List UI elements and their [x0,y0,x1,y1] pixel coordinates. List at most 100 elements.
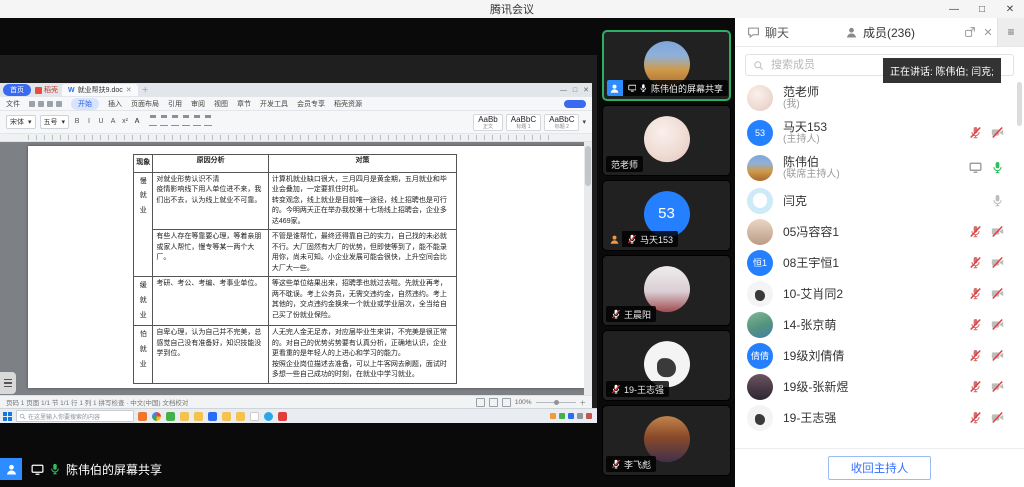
members-panel: 聊天 成员(236) ✕ ≡ 正在讲话: 陈伟伯; 闫克; 范老师(我) [735,18,1024,487]
close-button[interactable]: ✕ [996,0,1024,18]
popout-panel-icon[interactable] [961,26,979,38]
close-doc-icon[interactable]: ✕ [126,86,132,94]
video-tile-chenweibo-share[interactable]: 陈伟伯的屏幕共享 [602,30,731,101]
taskbar-folder-icon[interactable] [194,412,203,421]
member-row[interactable]: 闫克 [735,185,1018,216]
member-row[interactable]: 恒1 08王宇恒1 [735,247,1018,278]
panel-menu-button[interactable]: ≡ [997,18,1024,46]
menu-section[interactable]: 章节 [237,99,251,109]
taskbar-app-icon[interactable] [166,412,175,421]
member-row[interactable]: 19-王志强 [735,402,1018,433]
member-row[interactable]: 10-艾肖同2 [735,278,1018,309]
member-row[interactable]: 53 马天153(主持人) [735,115,1018,150]
taskbar-app-icon[interactable] [152,412,161,421]
wps-tab-bar: 首页 稻壳 W 就业帮扶9.doc ✕ ＋ — □ ✕ [0,83,592,97]
member-list: 范老师(我) 53 马天153(主持人) 陈伟伯(联席主持人) [735,80,1018,448]
font-name-select[interactable]: 宋体▾ [6,115,36,129]
zoom-slider[interactable] [536,402,576,403]
taskbar-meeting-icon[interactable] [264,412,273,421]
wps-window-controls[interactable]: — □ ✕ [560,86,589,94]
video-tile-fanlaoshi[interactable]: 范老师 [602,105,731,176]
menu-review[interactable]: 审阅 [191,99,205,109]
wps-status-bar: 页码 1 页面 1/1 节 1/1 行 1 列 1 拼写检查 · 中文(中国) … [0,395,592,408]
zoom-in-icon[interactable]: ＋ [580,397,587,407]
document-scrollbar[interactable] [584,142,592,395]
wps-home-tab[interactable]: 首页 [3,84,31,96]
taskbar-folder-icon[interactable] [222,412,231,421]
wps-docer-tab[interactable]: 稻壳 [35,85,58,95]
reclaim-host-button[interactable]: 收回主持人 [828,456,932,480]
wps-close-icon[interactable]: ✕ [583,86,589,94]
taskbar-app-icon[interactable] [278,412,287,421]
camera-off-icon [991,225,1004,238]
font-style-buttons[interactable]: BIUAx²𝐀 [73,118,141,126]
wps-document-tab[interactable]: W 就业帮扶9.doc ✕ [62,84,138,96]
video-tile-lifeibiao[interactable]: 李飞彪 [602,405,731,476]
mic-on-icon [639,83,648,93]
menu-dev-tools[interactable]: 开发工具 [260,99,288,109]
tray-icon[interactable] [550,413,556,419]
avatar [747,85,773,111]
menu-insert[interactable]: 插入 [108,99,122,109]
menu-file[interactable]: 文件 [6,99,20,109]
share-doc-button[interactable] [564,100,586,108]
view-mode-icon[interactable] [502,398,511,407]
member-row[interactable]: 陈伟伯(联席主持人) [735,150,1018,185]
member-row[interactable]: 14-张京萌 [735,309,1018,340]
wps-maximize-icon[interactable]: □ [573,87,577,94]
new-tab-button[interactable]: ＋ [142,85,149,95]
member-row[interactable]: 19级-张新煜 [735,371,1018,402]
start-button[interactable] [3,412,12,421]
font-size-select[interactable]: 五号▾ [40,115,70,129]
taskbar-app-icon[interactable] [208,412,217,421]
style-gallery-more-icon[interactable]: ▾ [582,118,586,126]
video-tile-wangzhiqiang[interactable]: 19-王志强 [602,330,731,401]
quick-access-icons[interactable] [29,101,62,107]
tile-label: 陈伟伯的屏幕共享 [651,82,723,95]
tab-chat[interactable]: 聊天 [747,24,789,41]
active-speaker-icon [0,458,22,480]
menu-references[interactable]: 引用 [168,99,182,109]
close-panel-icon[interactable]: ✕ [979,26,997,39]
wps-minimize-icon[interactable]: — [560,87,567,94]
mic-muted-icon [627,234,637,244]
taskbar-app-icon[interactable] [138,412,147,421]
camera-off-icon [991,126,1004,139]
menu-home[interactable]: 开始 [71,98,99,110]
tray-icon[interactable] [577,413,583,419]
document-page[interactable]: 现象 原因分析 对策 慢就业 对就业形势认识不清 疫情影响线下用人单位进不来，我… [28,146,584,388]
member-row[interactable]: 倩倩 19级刘倩倩 [735,340,1018,371]
minimize-button[interactable]: — [940,0,968,18]
tile-label: 19-王志强 [624,383,664,396]
view-mode-icon[interactable] [476,398,485,407]
view-mode-icon[interactable] [489,398,498,407]
video-tile-wangchenyang[interactable]: 王晨阳 [602,255,731,326]
style-normal[interactable]: AaBb正文 [473,114,503,131]
camera-off-icon [991,380,1004,393]
speaking-tooltip: 正在讲话: 陈伟伯; 闫克; [883,58,1001,83]
maximize-button[interactable]: □ [968,0,996,18]
taskbar-app-icon[interactable] [250,412,259,421]
mic-muted-icon [969,349,982,362]
member-row[interactable]: 05冯容容1 [735,216,1018,247]
tab-members[interactable]: 成员(236) [845,24,915,41]
tray-icon[interactable] [559,413,565,419]
taskbar-folder-icon[interactable] [236,412,245,421]
tray-icon[interactable] [568,413,574,419]
taskbar-search[interactable]: 在这里输入你要搜索的内容 [16,410,134,422]
menu-docer-res[interactable]: 稻壳资源 [334,99,362,109]
tile-label: 王晨阳 [624,308,651,321]
taskbar-folder-icon[interactable] [180,412,189,421]
meeting-dock-handle[interactable] [0,372,16,394]
video-tile-matian153[interactable]: 53 马天153 [602,180,731,251]
style-heading2[interactable]: AaBbC标题 2 [544,114,579,131]
tray-icon[interactable] [586,413,592,419]
paragraph-buttons[interactable] [149,118,212,126]
menu-member[interactable]: 会员专享 [297,99,325,109]
member-row[interactable]: 范老师(我) [735,80,1018,115]
menu-view[interactable]: 视图 [214,99,228,109]
menu-page-layout[interactable]: 页面布局 [131,99,159,109]
member-list-scrollbar[interactable] [1017,82,1022,126]
style-heading1[interactable]: AaBbC标题 1 [506,114,541,131]
tencent-meeting-window: 腾讯会议 — □ ✕ 首页 稻壳 W 就业帮扶9.doc ✕ ＋ [0,0,1024,487]
